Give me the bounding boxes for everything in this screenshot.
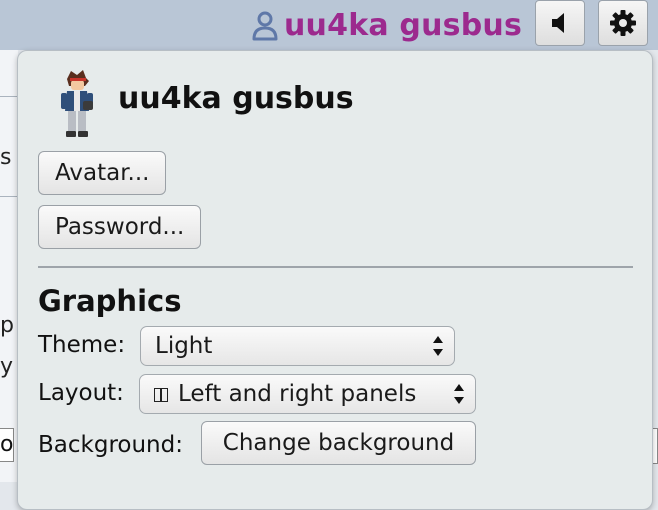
trainer-avatar-icon <box>61 70 93 137</box>
section-divider <box>38 266 633 268</box>
user-icon <box>252 11 278 41</box>
select-arrows-icon <box>454 384 464 404</box>
change-background-button[interactable]: Change background <box>201 421 476 465</box>
background-text-fragment: y <box>0 354 14 379</box>
sound-button[interactable] <box>535 0 585 46</box>
layout-label: Layout: <box>38 380 124 406</box>
background-divider <box>0 96 18 97</box>
background-text-fragment: p <box>0 313 14 338</box>
speaker-icon <box>552 13 564 33</box>
theme-label: Theme: <box>38 332 126 358</box>
two-panel-layout-icon <box>154 387 168 402</box>
popup-username: uu4ka gusbus <box>118 81 354 116</box>
graphics-section-title: Graphics <box>38 284 182 318</box>
user-menu[interactable]: uu4ka gusbus <box>252 8 522 44</box>
background-input-fragment: or <box>0 428 14 462</box>
layout-select-value: Left and right panels <box>178 381 417 407</box>
gear-icon <box>610 10 636 36</box>
theme-select-value: Light <box>155 333 213 359</box>
background-label: Background: <box>38 432 183 458</box>
background-text-fragment: s <box>0 145 12 170</box>
layout-select[interactable]: Left and right panels <box>139 374 476 414</box>
avatar-button[interactable]: Avatar... <box>38 151 167 195</box>
settings-popup: uu4ka gusbus Avatar... Password... Graph… <box>17 50 653 510</box>
password-button[interactable]: Password... <box>38 205 202 249</box>
background-divider <box>0 196 18 197</box>
theme-select[interactable]: Light <box>140 326 455 366</box>
topbar-username[interactable]: uu4ka gusbus <box>284 8 522 44</box>
settings-button[interactable] <box>598 0 648 46</box>
select-arrows-icon <box>433 336 443 356</box>
background-page <box>0 50 18 482</box>
